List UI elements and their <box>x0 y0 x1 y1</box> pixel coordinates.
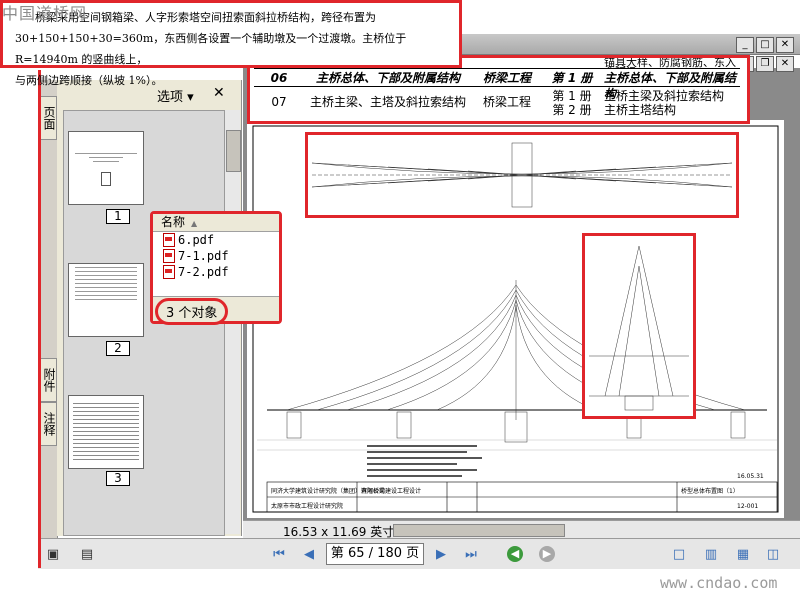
page-thumbnail[interactable] <box>68 395 144 469</box>
doc-close-button[interactable]: ✕ <box>776 56 794 72</box>
page-number-label[interactable]: 1 <box>106 209 130 224</box>
name-column-header[interactable]: 名称 ▲ <box>153 214 279 232</box>
table-fragment-text: 锚具大样、防腐钢筋、东入非稠梁 <box>604 58 736 68</box>
doc-restore-button[interactable]: ❐ <box>756 56 774 72</box>
attachments-popup: 名称 ▲ 6.pdf 7-1.pdf 7-2.pdf 3 个对象 <box>150 211 282 325</box>
facing-view-icon[interactable]: ▦ <box>734 545 752 563</box>
page-number-label[interactable]: 2 <box>106 341 130 356</box>
continuous-facing-view-icon[interactable]: ◫ <box>764 545 782 563</box>
panel-toggle-icon[interactable]: ▣ <box>44 545 62 563</box>
tab-comments[interactable]: 注释 <box>39 402 57 446</box>
site-footer-url: www.cndao.com <box>660 574 778 592</box>
bottom-toolbar: ▣ ▤ ⏮ ◀ 第 65 / 180 页 ▶ ⏭ ◀ ▶ □ ▥ ▦ ◫ <box>38 538 800 569</box>
back-arrow-icon: ◀ <box>507 546 523 562</box>
document-horizontal-scrollbar[interactable]: 16.53 x 11.69 英寸 <box>243 520 800 539</box>
row-subtitle: 主桥主塔结构 <box>604 103 677 117</box>
file-name: 7-2.pdf <box>178 265 229 279</box>
institute-name: 太原市市政工程设计研究院 <box>271 502 343 510</box>
highlight-border <box>38 70 41 568</box>
close-window-button[interactable]: ✕ <box>776 37 794 53</box>
pdf-file-icon <box>163 233 175 247</box>
object-count: 3 个对象 <box>155 298 229 325</box>
forward-arrow-icon: ▶ <box>539 546 555 562</box>
row-volume: 第 1 册 <box>551 71 593 85</box>
popup-status-bar: 3 个对象 <box>153 296 279 325</box>
drawing-date: 16.05.31 <box>737 473 764 480</box>
row-category: 桥梁工程 <box>482 71 531 85</box>
continuous-view-icon[interactable]: ▥ <box>702 545 720 563</box>
sheet-number: 12-001 <box>737 503 758 510</box>
overlay-line: 与两侧边跨顺接（纵坡 1%）。 <box>15 74 163 87</box>
maximize-button[interactable]: □ <box>756 37 774 53</box>
tab-attachments[interactable]: 附件 <box>39 358 57 402</box>
minimize-button[interactable]: _ <box>736 37 754 53</box>
page-icon[interactable]: ▤ <box>78 545 96 563</box>
sort-arrow-icon: ▲ <box>191 219 198 228</box>
file-name: 6.pdf <box>178 233 215 247</box>
last-page-button[interactable]: ⏭ <box>462 545 480 563</box>
overlay-line: 30+150+150+30=360m，东西侧各设置一个辅助墩及一个过渡墩。主桥位… <box>15 32 407 66</box>
previous-page-button[interactable]: ◀ <box>300 545 318 563</box>
forward-view-button[interactable]: ▶ <box>538 545 556 563</box>
first-page-button[interactable]: ⏮ <box>270 545 288 563</box>
row-number: 07 <box>271 95 287 109</box>
file-list-item[interactable]: 7-2.pdf <box>153 264 279 280</box>
row-category: 桥梁工程 <box>482 95 531 109</box>
table-row: 07 主桥主梁、主塔及斜拉索结构 桥梁工程 第 1 册 主桥主梁及斜拉索结构 第… <box>254 88 740 117</box>
file-name: 7-1.pdf <box>178 249 229 263</box>
row-volume: 第 2 册 <box>552 103 592 117</box>
side-tab-strip: 页面 附件 注释 <box>38 80 58 568</box>
project-name: 滨河桥梁建设工程设计 <box>361 487 421 495</box>
next-page-button[interactable]: ▶ <box>432 545 450 563</box>
page-number-label[interactable]: 3 <box>106 471 130 486</box>
pier-elevation-highlight <box>582 233 696 419</box>
row-subtitle: 主桥总体、下部及附属结构 <box>604 71 737 101</box>
page-thumbnail[interactable] <box>68 131 144 205</box>
page-number-input[interactable]: 第 65 / 180 页 <box>326 543 424 565</box>
name-column-label: 名称 <box>161 215 186 229</box>
sheet-title: 桥型总体布置图（1） <box>681 487 739 495</box>
deck-plan-highlight <box>305 132 739 218</box>
single-page-view-icon[interactable]: □ <box>670 545 688 563</box>
pdf-file-icon <box>163 249 175 263</box>
back-view-button[interactable]: ◀ <box>506 545 524 563</box>
pdf-reader-window: 中国道桥网 _ □ ✕ _ ❐ ✕ 页面 附件 注释 选项 ▾ ✕ 1 <box>0 0 800 600</box>
pdf-file-icon <box>163 265 175 279</box>
page-thumbnail[interactable] <box>68 263 144 337</box>
file-list-item[interactable]: 6.pdf <box>153 232 279 248</box>
pier-elevation-drawing <box>589 245 689 411</box>
row-title: 主桥主梁、主塔及斜拉索结构 <box>309 95 466 109</box>
file-list-item[interactable]: 7-1.pdf <box>153 248 279 264</box>
scrollbar-thumb[interactable] <box>393 524 565 537</box>
site-logo: 中国道桥网 <box>2 4 88 23</box>
deck-plan-drawing <box>311 142 733 208</box>
tab-pages[interactable]: 页面 <box>39 96 57 140</box>
